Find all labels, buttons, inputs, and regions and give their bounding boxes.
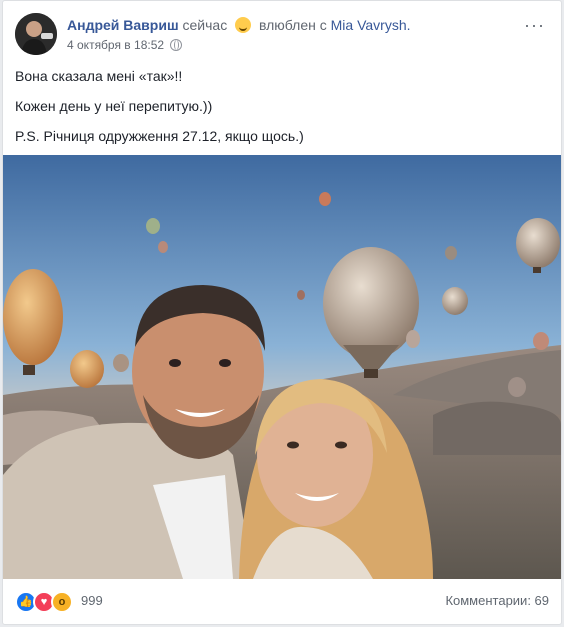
author-name[interactable]: Андрей Вавриш: [67, 17, 179, 33]
post-meta: 4 октября в 18:52: [67, 38, 183, 52]
post-header: Андрей Вавриш сейчас влюблен с Mia Vavry…: [15, 13, 549, 57]
post-date[interactable]: 4 октября в 18:52: [67, 38, 164, 52]
more-options-icon[interactable]: ···: [524, 15, 545, 36]
status-time: сейчас: [182, 17, 228, 33]
post-line-3: P.S. Річниця одружження 27.12, якщо щось…: [15, 128, 304, 144]
post-footer: 👍 ♥ o 999 Комментарии: 69: [15, 587, 549, 615]
post-card: Андрей Вавриш сейчас влюблен с Mia Vavry…: [2, 0, 562, 625]
post-line-1: Вона сказала мені «так»!!: [15, 68, 183, 84]
globe-icon[interactable]: [170, 39, 183, 51]
feeling-text: влюблен с: [258, 17, 327, 33]
comments-link[interactable]: Комментарии: 69: [445, 593, 549, 608]
post-photo[interactable]: [3, 155, 561, 579]
wow-reaction-icon: o: [51, 591, 73, 613]
reaction-count[interactable]: 999: [81, 593, 103, 608]
in-love-emoji-icon: [235, 17, 252, 33]
post-text: Вона сказала мені «так»!! Кожен день у н…: [15, 67, 549, 157]
tagged-person[interactable]: Mia Vavrysh.: [331, 17, 411, 33]
post-line-2: Кожен день у неї перепитую.)): [15, 98, 213, 114]
author-line: Андрей Вавриш сейчас влюблен с Mia Vavry…: [67, 17, 411, 33]
author-avatar[interactable]: [15, 13, 57, 55]
